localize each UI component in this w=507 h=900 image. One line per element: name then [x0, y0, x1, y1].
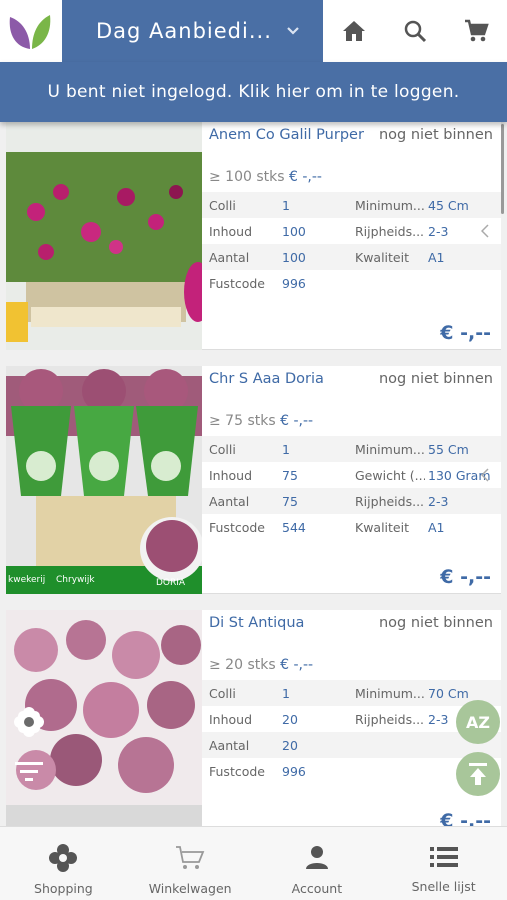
product-card[interactable]: Di St Antiqua nog niet binnen ≥ 20 stks …	[6, 610, 501, 826]
tab-label: Shopping	[34, 881, 93, 896]
product-price: € -,--	[440, 566, 491, 588]
arrow-up-to-top-icon	[469, 763, 487, 785]
filter-flower-button[interactable]	[10, 703, 48, 741]
product-card[interactable]: Anem Co Galil Purper nog niet binnen ≥ 1…	[6, 122, 501, 350]
product-price: € -,--	[440, 322, 491, 344]
product-name[interactable]: Anem Co Galil Purper	[209, 127, 364, 143]
tab-winkelwagen[interactable]: Winkelwagen	[127, 827, 254, 900]
product-card[interactable]: kwekerij Chrywijk DORIA Chr S Aaa Doria …	[6, 366, 501, 594]
spec-row: Aantal 20	[202, 732, 501, 758]
product-name[interactable]: Chr S Aaa Doria	[209, 371, 324, 387]
chevron-left-icon[interactable]	[481, 224, 489, 238]
spec-row: Aantal 75 Rijpheids... 2-3	[202, 488, 501, 514]
person-icon	[305, 846, 328, 869]
login-banner[interactable]: U bent niet ingelogd. Klik hier om in te…	[0, 62, 507, 122]
spec-row: Aantal 100 Kwaliteit A1	[202, 244, 501, 270]
home-button[interactable]	[323, 0, 384, 62]
spec-row: Fustcode 996	[209, 275, 306, 291]
list-icon	[429, 847, 458, 867]
logo-icon[interactable]	[0, 0, 62, 62]
tab-snelle-lijst[interactable]: Snelle lijst	[380, 827, 507, 900]
photo-label-kwekerij: kwekerij	[8, 575, 46, 585]
spec-row: Fustcode 544 Kwaliteit A1	[209, 519, 445, 535]
product-status: nog niet binnen	[378, 371, 493, 387]
scrollbar[interactable]	[501, 124, 504, 214]
search-button[interactable]	[384, 0, 445, 62]
bottom-nav: Shopping Winkelwagen Account Snelle lijs…	[0, 826, 507, 900]
flower-icon	[14, 707, 44, 737]
product-price: € -,--	[440, 810, 491, 826]
app-header: Dag Aanbiedi...	[0, 0, 507, 62]
spec-row: Colli 1 Minimum... 70 Cm	[202, 680, 501, 706]
tab-shopping[interactable]: Shopping	[0, 827, 127, 900]
flower-icon	[49, 844, 78, 872]
product-list[interactable]: Anem Co Galil Purper nog niet binnen ≥ 1…	[0, 122, 507, 826]
home-icon	[342, 21, 365, 41]
scroll-top-button[interactable]	[456, 752, 500, 796]
search-icon	[404, 20, 427, 43]
spec-row: Colli 1 Minimum... 55 Cm	[202, 436, 501, 462]
cart-icon	[176, 846, 205, 869]
sort-az-button[interactable]: AZ	[456, 700, 500, 744]
tab-label: Snelle lijst	[411, 879, 476, 894]
product-stock: ≥ 100 stks € -,--	[209, 169, 322, 185]
spec-row: Inhoud 100 Rijpheids... 2-3	[209, 223, 449, 239]
product-image	[6, 122, 202, 350]
page-title: Dag Aanbiedi...	[96, 19, 272, 43]
cart-button[interactable]	[446, 0, 507, 62]
product-name[interactable]: Di St Antiqua	[209, 615, 304, 631]
product-status: nog niet binnen	[378, 615, 493, 631]
filter-icon	[15, 762, 43, 781]
photo-label-doria: DORIA	[156, 578, 186, 588]
product-stock: ≥ 75 stks € -,--	[209, 413, 314, 429]
chevron-down-icon	[286, 24, 300, 38]
chevron-left-icon[interactable]	[481, 468, 489, 482]
spec-row: Colli 1 Minimum... 45 Cm	[202, 192, 501, 218]
cart-icon	[465, 19, 490, 42]
spec-row: Inhoud 75 Gewicht (... 130 Gram	[209, 467, 491, 483]
product-status: nog niet binnen	[378, 127, 493, 143]
product-image: kwekerij Chrywijk DORIA	[6, 366, 202, 594]
product-stock: ≥ 20 stks € -,--	[209, 657, 314, 673]
tab-label: Winkelwagen	[148, 881, 232, 896]
tab-label: Account	[291, 881, 343, 896]
sort-az-label: AZ	[466, 712, 490, 732]
page-title-dropdown[interactable]: Dag Aanbiedi...	[62, 0, 323, 62]
photo-label-chrywijk: Chrywijk	[56, 575, 95, 585]
filter-button[interactable]	[10, 752, 48, 790]
tab-account[interactable]: Account	[254, 827, 381, 900]
